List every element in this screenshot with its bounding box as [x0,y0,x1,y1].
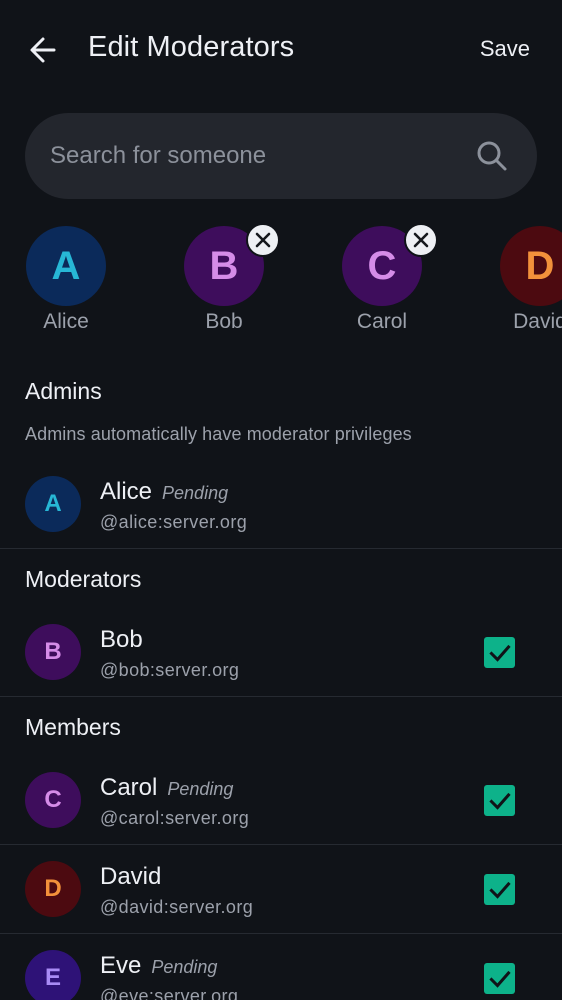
avatar: C [25,772,81,828]
close-icon [413,232,429,248]
page-title: Edit Moderators [88,31,295,63]
section-description: Admins automatically have moderator priv… [25,424,412,444]
search-input[interactable] [50,113,480,199]
member-row[interactable]: C Carol Pending @carol:server.org [0,756,562,844]
avatar: A [25,476,81,532]
divider [0,696,562,697]
avatar: E [25,950,81,1000]
member-name: Carol Pending [100,774,234,801]
divider [0,548,562,549]
member-id: @eve:server.org [100,986,239,1000]
member-name: David [100,863,162,890]
member-row[interactable]: D David @david:server.org [0,845,562,933]
selected-user-chip: D David [490,224,562,339]
selected-user-chip: A Alice [16,224,116,339]
search-bar[interactable] [25,113,537,199]
moderator-checkbox[interactable] [484,963,515,994]
chip-label: Alice [43,310,89,333]
back-button[interactable] [24,30,64,70]
selected-user-chip: B Bob [174,224,280,339]
member-name: Eve Pending [100,952,218,979]
avatar: D [25,861,81,917]
chip-label: Carol [356,310,408,333]
member-id: @david:server.org [100,897,254,917]
selected-user-chip: C Carol [332,224,438,339]
arrow-left-icon [30,37,56,63]
section-title-members: Members [25,714,121,740]
checkmark-icon [488,970,511,988]
pending-badge: Pending [162,483,229,503]
save-button[interactable]: Save [480,36,530,62]
member-name: Bob [100,626,143,653]
avatar: D [500,226,562,306]
edit-moderators-screen: Edit Moderators Save A Alice B Bob C [0,0,562,1000]
checkmark-icon [488,792,511,810]
chip-label: Bob [205,310,243,333]
member-row: A Alice Pending @alice:server.org [0,460,562,548]
moderator-checkbox[interactable] [484,637,515,668]
moderator-checkbox[interactable] [484,785,515,816]
pending-badge: Pending [151,957,218,977]
member-id: @bob:server.org [100,660,240,680]
chip-label: David [513,310,562,333]
member-id: @carol:server.org [100,808,250,828]
moderator-checkbox[interactable] [484,874,515,905]
avatar: B [25,624,81,680]
pending-badge: Pending [167,779,234,799]
selected-users-row: A Alice B Bob C Carol D David [0,224,562,344]
avatar: A [26,226,106,306]
member-row[interactable]: B Bob @bob:server.org [0,608,562,696]
member-row[interactable]: E Eve Pending @eve:server.org [0,934,562,1000]
member-name: Alice Pending [100,478,229,505]
section-title-moderators: Moderators [25,566,142,592]
section-title-admins: Admins [25,378,102,404]
member-id: @alice:server.org [100,512,248,532]
close-icon [255,232,271,248]
search-icon[interactable] [475,139,509,173]
checkmark-icon [488,644,511,662]
remove-user-button[interactable] [246,224,280,257]
top-app-bar: Edit Moderators Save [0,0,562,100]
remove-user-button[interactable] [404,224,438,257]
checkmark-icon [488,881,511,899]
